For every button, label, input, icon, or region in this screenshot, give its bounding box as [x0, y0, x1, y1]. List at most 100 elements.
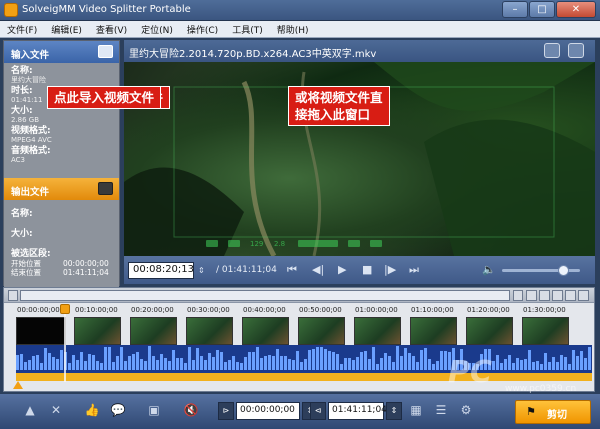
menu-tools[interactable]: 工具(T) — [225, 23, 270, 36]
waveform-bar — [332, 352, 335, 370]
start-marker-icon[interactable] — [13, 381, 23, 389]
waveform-bar — [192, 360, 195, 370]
step-forward-icon[interactable]: |▶ — [384, 264, 396, 276]
waveform-bar — [16, 355, 19, 370]
waveform-bar — [144, 361, 147, 370]
ruler-tick: 00:50:00;00 — [299, 306, 342, 314]
minimize-button[interactable]: – — [502, 1, 528, 18]
next-keyframe-icon[interactable]: ⏭ — [409, 264, 419, 276]
close-button[interactable]: ✕ — [556, 1, 596, 18]
waveform-bar — [196, 348, 199, 370]
ruler-tick: 00:10:00;00 — [75, 306, 118, 314]
output-settings-icon[interactable]: ⚙ — [458, 403, 474, 418]
menu-action[interactable]: 操作(C) — [180, 23, 225, 36]
prev-keyframe-icon[interactable]: ⏮ — [287, 264, 297, 276]
waveform-bar — [500, 363, 503, 370]
audio-waveform[interactable] — [16, 345, 592, 373]
menu-file[interactable]: 文件(F) — [0, 23, 44, 36]
list-icon[interactable]: ☰ — [433, 403, 449, 418]
play-icon[interactable]: ▶ — [338, 264, 346, 276]
menu-help[interactable]: 帮助(H) — [270, 23, 316, 36]
stop-icon[interactable]: ■ — [362, 264, 372, 276]
output-file-header-label: 输出文件 — [11, 187, 50, 198]
time-spin-icon[interactable]: ⇕ — [198, 265, 205, 277]
current-time-field[interactable]: 00:08:20;13 — [128, 262, 194, 279]
volume-icon[interactable]: 🔈 — [482, 264, 496, 276]
end-time-spin[interactable]: ⇕ — [386, 402, 402, 420]
scroll-right-button[interactable] — [513, 290, 523, 301]
zoom-out-icon[interactable] — [539, 290, 550, 301]
volume-knob[interactable] — [558, 265, 569, 276]
menu-navigate[interactable]: 定位(N) — [134, 23, 180, 36]
set-end-button[interactable]: ⊲ — [310, 402, 326, 420]
input-audio-format-value: AC3 — [11, 156, 26, 164]
ruler-tick: 01:30:00;00 — [523, 306, 566, 314]
waveform-bar — [72, 355, 75, 370]
waveform-bar — [108, 347, 111, 370]
drag-drop-callout-line1: 或将视频文件直 — [295, 90, 383, 105]
waveform-bar — [44, 348, 47, 370]
playhead-handle[interactable] — [60, 304, 70, 314]
batch-icon[interactable]: ▦ — [408, 403, 424, 418]
waveform-bar — [88, 354, 91, 370]
video-preview[interactable]: 129 2.8 点此导入视频文件 或将视频文件直 接拖入此窗口 — [124, 62, 595, 256]
end-time-field[interactable]: 01:41:11;04 — [328, 402, 387, 420]
waveform-bar — [580, 351, 583, 370]
output-name-label: 名称: — [11, 209, 33, 219]
comment-icon[interactable]: 💬 — [110, 403, 126, 418]
waveform-bar — [376, 364, 379, 370]
waveform-bar — [584, 358, 587, 370]
waveform-bar — [168, 361, 171, 370]
step-back-icon[interactable]: ◀| — [312, 264, 324, 276]
save-disk-icon[interactable] — [98, 182, 113, 195]
maximize-button[interactable]: □ — [529, 1, 555, 18]
timeline-close-icon[interactable] — [578, 290, 589, 301]
input-video-format-label: 视频格式: — [11, 126, 51, 136]
waveform-bar — [84, 361, 87, 370]
timeline-scrollbar[interactable] — [4, 288, 594, 303]
thumbnail-strip[interactable] — [16, 317, 592, 345]
output-file-header[interactable]: 输出文件 — [4, 178, 119, 200]
waveform-bar — [552, 357, 555, 370]
input-file-header[interactable]: 输入文件 — [4, 41, 119, 63]
timeline-scroll-thumb[interactable] — [20, 290, 510, 301]
menu-view[interactable]: 查看(V) — [89, 23, 134, 36]
zoom-selection-icon[interactable] — [565, 290, 576, 301]
open-folder-icon[interactable] — [98, 45, 113, 58]
waveform-bar — [284, 356, 287, 370]
scroll-left-button[interactable] — [8, 290, 18, 301]
waveform-bar — [220, 352, 223, 370]
thumbnail — [354, 317, 401, 345]
mark-segment-icon[interactable]: 👍 — [84, 403, 100, 418]
mute-icon[interactable]: 🔇 — [183, 403, 199, 418]
waveform-bar — [248, 352, 251, 370]
waveform-bar — [392, 362, 395, 370]
waveform-bar — [512, 363, 515, 370]
waveform-bar — [124, 361, 127, 370]
video-hud-overlay: 129 2.8 — [206, 240, 506, 250]
zoom-in-icon[interactable] — [526, 290, 537, 301]
waveform-bar — [100, 363, 103, 370]
menu-edit[interactable]: 编辑(E) — [44, 23, 89, 36]
edit-segment-icon[interactable]: ▣ — [146, 403, 162, 418]
waveform-bar — [432, 364, 435, 370]
close-file-icon[interactable] — [568, 43, 584, 58]
watermark-url: www.pc0359.cn — [505, 384, 577, 394]
ruler-tick: 00:30:00;00 — [187, 306, 230, 314]
set-start-button[interactable]: ⊳ — [218, 402, 234, 420]
waveform-bar — [160, 354, 163, 370]
waveform-bar — [444, 351, 447, 370]
snapshot-camera-icon[interactable] — [544, 43, 560, 58]
start-time-field[interactable]: 00:00:00;00 — [236, 402, 300, 420]
selection-range-bar[interactable] — [16, 373, 592, 381]
waveform-bar — [528, 350, 531, 370]
waveform-bar — [560, 355, 563, 370]
waveform-bar — [40, 363, 43, 370]
waveform-bar — [112, 362, 115, 370]
set-marker-icon[interactable]: ▲ — [22, 403, 38, 418]
remove-marker-icon[interactable]: ✕ — [48, 403, 64, 418]
cut-button[interactable]: ⚑ 剪切 — [515, 400, 591, 424]
waveform-bar — [424, 348, 427, 370]
zoom-fit-icon[interactable] — [552, 290, 563, 301]
waveform-bar — [568, 364, 571, 370]
